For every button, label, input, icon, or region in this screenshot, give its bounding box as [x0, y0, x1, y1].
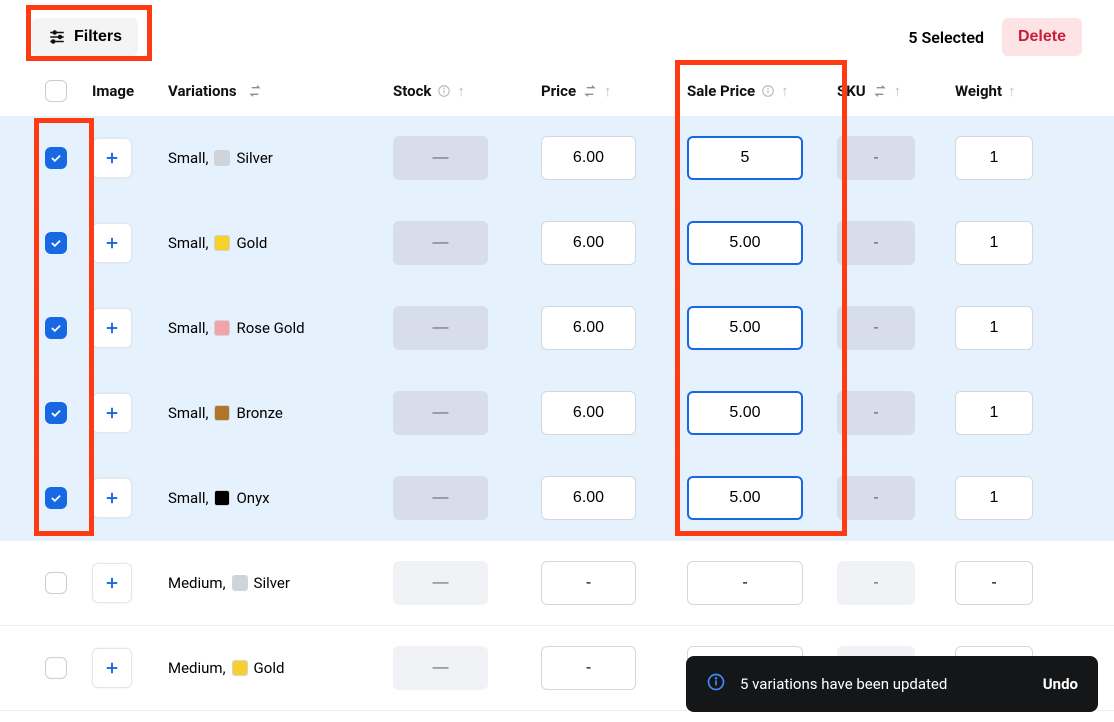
column-weight[interactable]: Weight ↑	[955, 82, 1075, 100]
toolbar: Filters 5 Selected Delete	[0, 0, 1114, 66]
stock-input[interactable]	[393, 391, 488, 435]
sale-price-input[interactable]	[687, 561, 803, 605]
price-input[interactable]	[541, 476, 636, 520]
price-input[interactable]	[541, 136, 636, 180]
delete-button[interactable]: Delete	[1002, 18, 1082, 56]
price-input[interactable]	[541, 561, 636, 605]
toolbar-right: 5 Selected Delete	[908, 18, 1082, 56]
row-checkbox[interactable]	[45, 232, 67, 254]
info-icon	[761, 84, 775, 98]
variation-label: Small,Gold	[168, 234, 267, 252]
row-checkbox[interactable]	[45, 317, 67, 339]
variation-label: Small,Silver	[168, 149, 273, 167]
sku-input[interactable]	[837, 561, 915, 605]
sale-price-input[interactable]	[687, 136, 803, 180]
variation-label: Medium,Gold	[168, 659, 284, 677]
add-image-button[interactable]	[92, 393, 132, 433]
row-checkbox[interactable]	[45, 572, 67, 594]
variation-label: Small,Onyx	[168, 489, 270, 507]
price-input[interactable]	[541, 391, 636, 435]
row-checkbox[interactable]	[45, 657, 67, 679]
weight-input[interactable]	[955, 221, 1033, 265]
filters-button[interactable]: Filters	[32, 18, 138, 56]
row-checkbox[interactable]	[45, 487, 67, 509]
select-all-checkbox[interactable]	[45, 80, 67, 102]
sale-price-input[interactable]	[687, 391, 803, 435]
row-checkbox[interactable]	[45, 402, 67, 424]
color-swatch	[214, 490, 230, 506]
selected-count: 5 Selected	[908, 28, 984, 47]
color-swatch	[214, 235, 230, 251]
sale-price-input[interactable]	[687, 306, 803, 350]
sort-icon: ↑	[894, 82, 902, 100]
table-row: Small,Onyx	[0, 456, 1114, 541]
variations-table: Image Variations Stock ↑ Price ↑ Sale Pr…	[0, 66, 1114, 711]
stock-input[interactable]	[393, 476, 488, 520]
stock-input[interactable]	[393, 561, 488, 605]
swap-icon	[247, 83, 263, 99]
weight-input[interactable]	[955, 391, 1033, 435]
table-row: Small,Gold	[0, 201, 1114, 286]
row-checkbox[interactable]	[45, 147, 67, 169]
color-swatch	[232, 575, 248, 591]
stock-input[interactable]	[393, 306, 488, 350]
sku-input[interactable]	[837, 221, 915, 265]
swap-icon	[582, 83, 598, 99]
filters-icon	[48, 28, 66, 46]
color-swatch	[214, 405, 230, 421]
table-row: Medium,Silver	[0, 541, 1114, 626]
stock-input[interactable]	[393, 136, 488, 180]
sort-icon: ↑	[781, 82, 789, 100]
info-icon	[706, 672, 726, 696]
color-swatch	[232, 660, 248, 676]
sale-price-input[interactable]	[687, 476, 803, 520]
swap-icon	[872, 83, 888, 99]
filters-label: Filters	[74, 28, 122, 46]
toast-message: 5 variations have been updated	[740, 675, 947, 693]
stock-input[interactable]	[393, 646, 488, 690]
column-sku[interactable]: SKU ↑	[837, 82, 955, 100]
variation-label: Small,Bronze	[168, 404, 283, 422]
sku-input[interactable]	[837, 391, 915, 435]
add-image-button[interactable]	[92, 563, 132, 603]
table-row: Small,Rose Gold	[0, 286, 1114, 371]
weight-input[interactable]	[955, 561, 1033, 605]
weight-input[interactable]	[955, 136, 1033, 180]
price-input[interactable]	[541, 221, 636, 265]
add-image-button[interactable]	[92, 308, 132, 348]
price-input[interactable]	[541, 646, 636, 690]
undo-button[interactable]: Undo	[1043, 675, 1078, 693]
color-swatch	[214, 150, 230, 166]
add-image-button[interactable]	[92, 478, 132, 518]
column-price[interactable]: Price ↑	[541, 82, 687, 100]
variation-label: Medium,Silver	[168, 574, 290, 592]
toast-notification: 5 variations have been updated Undo	[686, 656, 1098, 712]
sku-input[interactable]	[837, 306, 915, 350]
weight-input[interactable]	[955, 476, 1033, 520]
weight-input[interactable]	[955, 306, 1033, 350]
sale-price-input[interactable]	[687, 221, 803, 265]
add-image-button[interactable]	[92, 223, 132, 263]
sku-input[interactable]	[837, 136, 915, 180]
column-variations[interactable]: Variations	[168, 82, 393, 100]
table-header-row: Image Variations Stock ↑ Price ↑ Sale Pr…	[0, 66, 1114, 116]
add-image-button[interactable]	[92, 648, 132, 688]
table-row: Small,Silver	[0, 116, 1114, 201]
color-swatch	[214, 320, 230, 336]
sort-icon: ↑	[604, 82, 612, 100]
table-row: Small,Bronze	[0, 371, 1114, 456]
info-icon	[437, 84, 451, 98]
price-input[interactable]	[541, 306, 636, 350]
sort-icon: ↑	[1008, 82, 1016, 100]
column-image: Image	[92, 82, 168, 100]
variation-label: Small,Rose Gold	[168, 319, 305, 337]
stock-input[interactable]	[393, 221, 488, 265]
sku-input[interactable]	[837, 476, 915, 520]
column-stock[interactable]: Stock ↑	[393, 82, 541, 100]
column-sale-price[interactable]: Sale Price ↑	[687, 82, 837, 100]
sort-icon: ↑	[457, 82, 465, 100]
add-image-button[interactable]	[92, 138, 132, 178]
